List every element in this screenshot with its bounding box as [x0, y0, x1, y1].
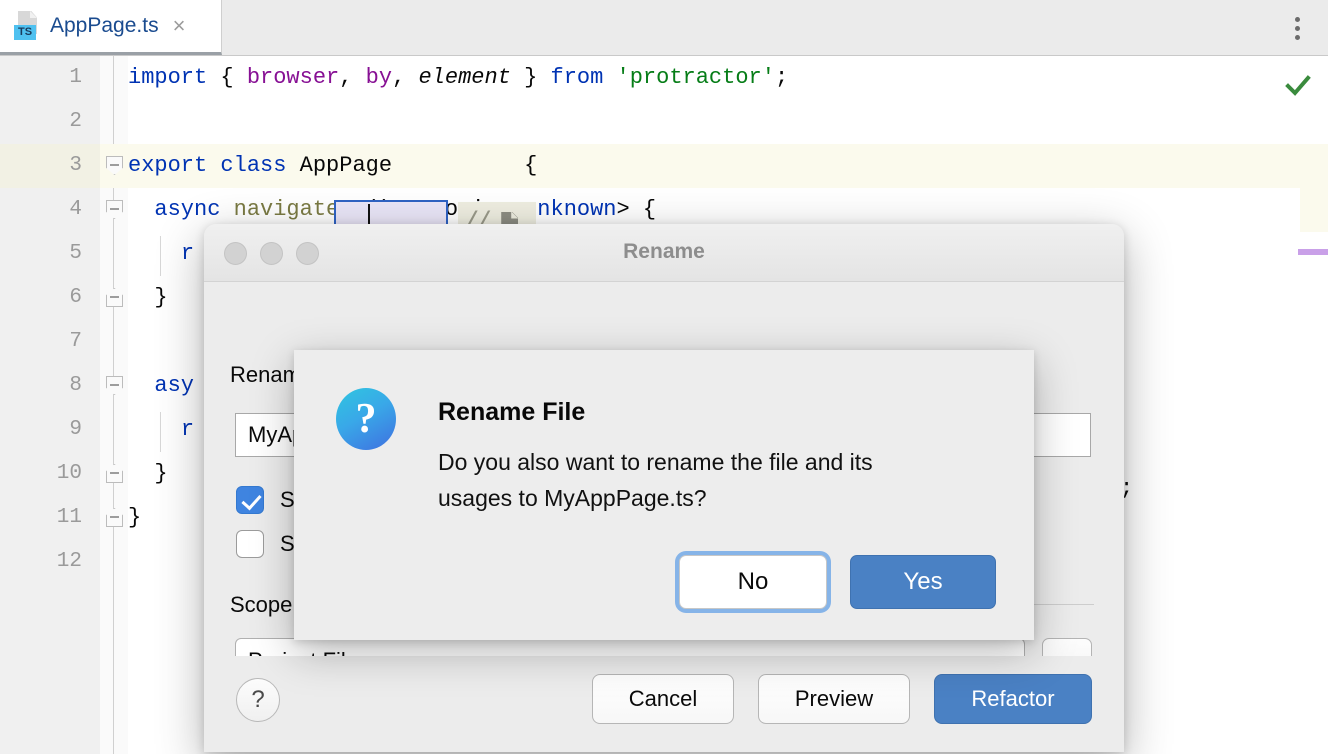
rename-dialog-titlebar: Rename [204, 224, 1124, 282]
fold-toggle-icon-6[interactable] [106, 288, 123, 307]
code-text-6: } [128, 276, 168, 320]
kebab-menu-icon[interactable] [1282, 12, 1312, 44]
code-text-8: asy [128, 364, 194, 408]
green-check-icon[interactable] [1284, 72, 1312, 100]
app-window: TS AppPage.ts × 1 import { browser, by, e… [0, 0, 1328, 754]
tab-filename: AppPage.ts [50, 14, 159, 38]
line-number-8: 8 [0, 364, 100, 408]
cancel-button[interactable]: Cancel [592, 674, 734, 724]
editor-tab-bar: TS AppPage.ts × [0, 0, 1328, 56]
code-text-1: import { browser, by, element } from 'pr… [128, 56, 788, 100]
rename-dialog-footer: ? Cancel Preview Refactor [204, 656, 1124, 752]
code-line-1[interactable]: 1 import { browser, by, element } from 'p… [0, 56, 1328, 100]
code-text-5: r [128, 232, 194, 276]
confirm-dialog-message: Do you also want to rename the file and … [438, 444, 948, 516]
code-line-2[interactable]: 2 [0, 100, 1328, 144]
yes-button[interactable]: Yes [850, 555, 996, 609]
editor-tab-apppage-ts[interactable]: TS AppPage.ts × [0, 0, 222, 55]
question-mark-icon: ? [336, 388, 396, 450]
line-number-10: 10 [0, 452, 100, 496]
typescript-file-icon: TS [14, 11, 40, 41]
line-number-7: 7 [0, 320, 100, 364]
line-number-11: 11 [0, 496, 100, 540]
code-text-10: } [128, 452, 168, 496]
line-number-1: 1 [0, 56, 100, 100]
code-line-3[interactable]: 3 export class AppPage { [0, 144, 1328, 188]
close-icon[interactable]: × [173, 15, 186, 37]
rename-dialog-title: Rename [204, 240, 1124, 264]
code-text-9: r [128, 408, 194, 452]
line-number-12: 12 [0, 540, 100, 584]
line-number-2: 2 [0, 100, 100, 144]
scope-section-label: Scope [230, 592, 292, 618]
refactor-button[interactable]: Refactor [934, 674, 1092, 724]
confirm-dialog-title: Rename File [438, 398, 585, 427]
preview-button[interactable]: Preview [758, 674, 910, 724]
code-text-11: } [128, 496, 141, 540]
code-text-3: export class AppPage { [128, 144, 537, 188]
typescript-badge-label: TS [14, 25, 36, 40]
no-button[interactable]: No [679, 555, 827, 609]
checkbox-search-comments-strings-box[interactable] [236, 486, 264, 514]
line-number-9: 9 [0, 408, 100, 452]
scrollbar-change-marker[interactable] [1298, 249, 1328, 255]
line-number-4: 4 [0, 188, 100, 232]
line-number-6: 6 [0, 276, 100, 320]
fold-toggle-icon-4[interactable] [106, 200, 123, 219]
fold-toggle-icon-11[interactable] [106, 508, 123, 527]
line-number-3: 3 [0, 144, 100, 188]
fold-toggle-icon-8[interactable] [106, 376, 123, 395]
rename-file-confirm-dialog: ? Rename File Do you also want to rename… [294, 350, 1034, 640]
checkbox-search-text-occurrences-box[interactable] [236, 530, 264, 558]
line-number-5: 5 [0, 232, 100, 276]
help-button[interactable]: ? [236, 678, 280, 722]
fold-toggle-icon-10[interactable] [106, 464, 123, 483]
fold-toggle-icon-3[interactable] [106, 156, 123, 175]
